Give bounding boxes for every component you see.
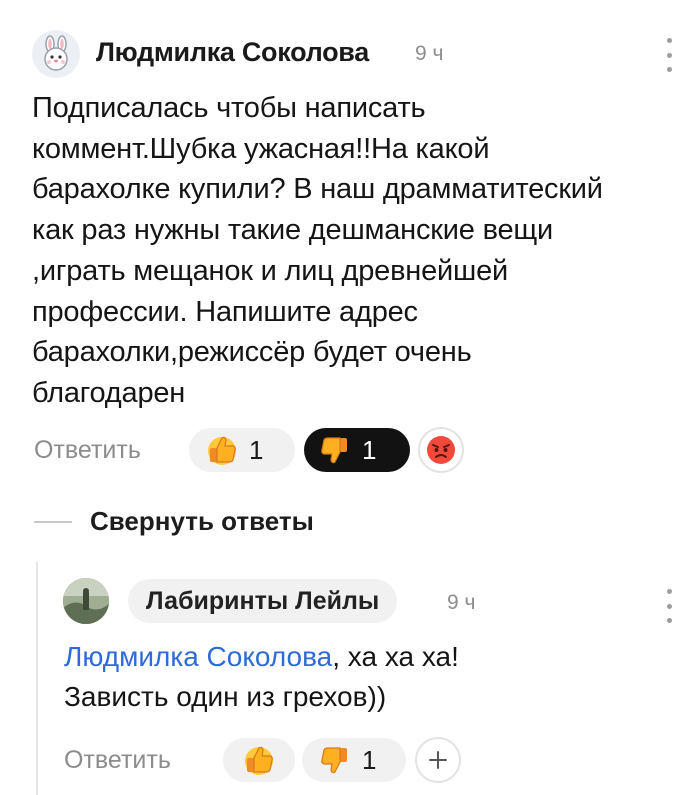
reply-more-options-icon[interactable]: [659, 589, 679, 623]
collapse-replies-button[interactable]: Свернуть ответы: [90, 506, 314, 537]
mention-link[interactable]: Людмилка Соколова: [64, 641, 332, 672]
dislike-count: 1: [362, 434, 377, 465]
angry-face-icon: [427, 436, 455, 464]
comment-time: 9 ч: [415, 42, 444, 65]
reply-dislike-button[interactable]: 1: [302, 738, 406, 782]
thumbs-down-icon: [321, 747, 347, 774]
like-count: 1: [249, 434, 264, 465]
reply-button[interactable]: Ответить: [34, 436, 141, 465]
thumbs-down-icon: [321, 437, 347, 464]
reply-avatar[interactable]: [63, 578, 109, 624]
reply-text: Людмилка Соколова, ха ха ха! Зависть оди…: [64, 637, 664, 717]
thumbs-up-icon: [208, 436, 236, 465]
avatar[interactable]: [32, 30, 80, 78]
like-button[interactable]: 1: [189, 428, 295, 472]
reaction-button[interactable]: [418, 427, 464, 473]
reply-author[interactable]: Лабиринты Лейлы: [128, 579, 398, 623]
reply-text-line2: Зависть один из грехов)): [64, 681, 387, 712]
add-reaction-button[interactable]: [415, 737, 461, 783]
reply-dislike-count: 1: [362, 744, 377, 775]
collapse-divider: [34, 521, 72, 523]
bunny-avatar-icon: [44, 35, 68, 71]
reply-text-line1: , ха ха ха!: [332, 641, 459, 672]
thumbs-up-icon: [245, 746, 273, 775]
thread-line: [36, 562, 38, 795]
more-options-icon[interactable]: [659, 38, 679, 72]
comment-text: Подписалась чтобы написать коммент.Шубка…: [32, 92, 603, 409]
photo-avatar-icon: [63, 578, 109, 624]
dislike-button[interactable]: 1: [304, 428, 410, 472]
plus-icon: [429, 751, 447, 769]
reply-time: 9 ч: [447, 591, 476, 614]
reply-reply-button[interactable]: Ответить: [64, 746, 171, 775]
reply-like-button[interactable]: [223, 738, 295, 782]
comment-author[interactable]: Людмилка Соколова: [96, 37, 369, 68]
